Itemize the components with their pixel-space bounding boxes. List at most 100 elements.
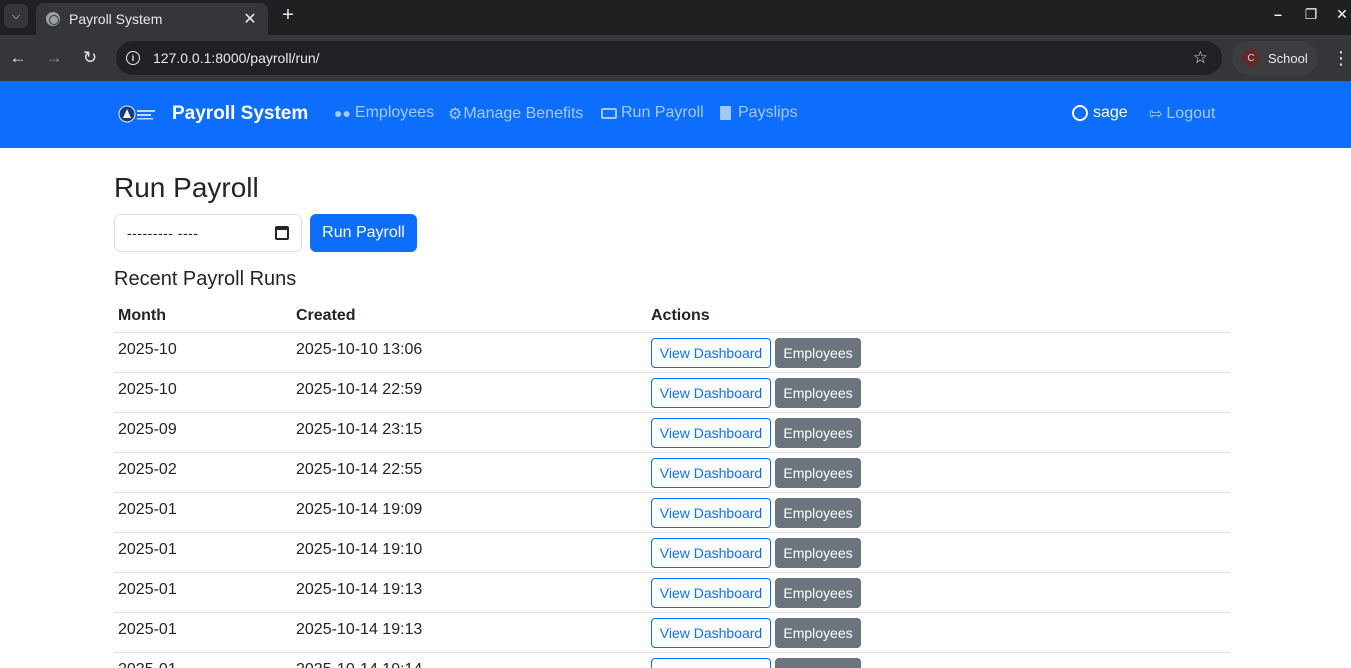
employees-button[interactable]: Employees bbox=[775, 578, 861, 608]
calendar-icon[interactable] bbox=[275, 226, 289, 240]
nav-manage-benefits-label: Manage Benefits bbox=[463, 105, 584, 122]
cell-month: 2025-01 bbox=[118, 501, 177, 518]
table-row: 2025-01 2025-10-14 19:14 View Dashboard Emp… bbox=[114, 653, 1230, 668]
nav-logout-label: Logout bbox=[1166, 105, 1216, 122]
table-row: 2025-09 2025-10-14 23:15 View Dashboard Emp… bbox=[114, 413, 1230, 453]
globe-icon bbox=[46, 12, 60, 26]
cell-created: 2025-10-14 23:15 bbox=[296, 421, 423, 438]
nav-payslips[interactable]: Payslips bbox=[720, 104, 798, 122]
document-icon bbox=[720, 106, 731, 120]
employees-button[interactable]: Employees bbox=[775, 378, 861, 408]
table-row: 2025-01 2025-10-14 19:13 View Dashboard Emp… bbox=[114, 613, 1230, 653]
cell-month: 2025-10 bbox=[118, 341, 177, 358]
cell-created: 2025-10-14 19:14 bbox=[296, 661, 422, 668]
month-input[interactable]: --------- ---- bbox=[114, 214, 302, 252]
chevron-down-icon[interactable]: ⌵ bbox=[4, 4, 28, 28]
run-payroll-button[interactable]: Run Payroll bbox=[310, 214, 417, 252]
profile-name: School bbox=[1268, 50, 1308, 66]
header-month: Month bbox=[118, 307, 166, 324]
plus-icon[interactable]: + bbox=[278, 4, 298, 26]
page-title: Run Payroll bbox=[114, 172, 259, 203]
month-input-value[interactable]: --------- ---- bbox=[127, 225, 275, 241]
table-header: Month Created Actions bbox=[114, 298, 1230, 333]
star-icon[interactable]: ☆ bbox=[1193, 48, 1208, 68]
cell-month: 2025-01 bbox=[118, 621, 177, 638]
arrow-right-icon[interactable]: → bbox=[43, 47, 65, 69]
reload-icon[interactable]: ↻ bbox=[79, 47, 101, 69]
app-navbar: Payroll System ●● Employees ⚙ Manage Ben… bbox=[0, 81, 1351, 148]
employees-button[interactable]: Employees bbox=[775, 458, 861, 488]
nav-run-payroll-label: Run Payroll bbox=[621, 104, 704, 121]
payroll-runs-table: Month Created Actions 2025-10 2025-10-10 … bbox=[114, 298, 1230, 668]
browser-tab-bar: ⌵ Payroll System ✕ + – ❐ ✕ bbox=[0, 0, 1351, 35]
arrow-left-icon[interactable]: ← bbox=[7, 47, 29, 69]
table-row: 2025-02 2025-10-14 22:55 View Dashboard Emp… bbox=[114, 453, 1230, 493]
browser-tab[interactable]: Payroll System ✕ bbox=[36, 3, 268, 35]
address-bar[interactable]: i 127.0.0.1:8000/payroll/run/ ☆ bbox=[116, 41, 1222, 75]
employees-button[interactable]: Employees bbox=[775, 418, 861, 448]
profile-button[interactable]: C School bbox=[1232, 41, 1318, 75]
employees-button[interactable]: Employees bbox=[775, 538, 861, 568]
cash-icon bbox=[601, 107, 617, 119]
table-row: 2025-10 2025-10-10 13:06 View Dashboard Emp… bbox=[114, 333, 1230, 373]
employees-button[interactable]: Employees bbox=[775, 498, 861, 528]
view-dashboard-button[interactable]: View Dashboard bbox=[651, 338, 771, 368]
nav-run-payroll[interactable]: Run Payroll bbox=[601, 104, 704, 122]
view-dashboard-button[interactable]: View Dashboard bbox=[651, 578, 771, 608]
cell-created: 2025-10-14 19:13 bbox=[296, 621, 423, 638]
users-icon: ●● bbox=[334, 105, 351, 121]
kebab-icon[interactable]: ⋮ bbox=[1332, 47, 1350, 69]
avatar: C bbox=[1242, 49, 1260, 67]
table-body: 2025-10 2025-10-10 13:06 View Dashboard Emp… bbox=[114, 333, 1230, 668]
nav-user-label: sage bbox=[1093, 104, 1128, 121]
cell-month: 2025-01 bbox=[118, 581, 177, 598]
nav-logout[interactable]: ⇰ Logout bbox=[1149, 104, 1215, 124]
view-dashboard-button[interactable]: View Dashboard bbox=[651, 418, 771, 448]
employees-button[interactable]: Employees bbox=[775, 658, 861, 668]
employees-button[interactable]: Employees bbox=[775, 618, 861, 648]
close-icon[interactable]: ✕ bbox=[242, 9, 258, 29]
recent-runs-title: Recent Payroll Runs bbox=[114, 268, 297, 290]
view-dashboard-button[interactable]: View Dashboard bbox=[651, 458, 771, 488]
gear-icon: ⚙ bbox=[448, 106, 463, 123]
browser-toolbar: ← → ↻ i 127.0.0.1:8000/payroll/run/ ☆ C … bbox=[0, 35, 1351, 81]
nav-user[interactable]: sage bbox=[1072, 104, 1128, 122]
cell-created: 2025-10-14 19:13 bbox=[296, 581, 423, 598]
table-row: 2025-10 2025-10-14 22:59 View Dashboard Emp… bbox=[114, 373, 1230, 413]
cell-month: 2025-09 bbox=[118, 421, 177, 438]
cell-month: 2025-01 bbox=[118, 541, 177, 558]
user-circle-icon bbox=[1072, 105, 1088, 121]
table-row: 2025-01 2025-10-14 19:10 View Dashboard Emp… bbox=[114, 533, 1230, 573]
employees-button[interactable]: Employees bbox=[775, 338, 861, 368]
table-row: 2025-01 2025-10-14 19:13 View Dashboard Emp… bbox=[114, 573, 1230, 613]
restore-icon[interactable]: ❐ bbox=[1303, 6, 1319, 23]
logout-icon: ⇰ bbox=[1149, 106, 1163, 123]
info-icon[interactable]: i bbox=[122, 47, 144, 69]
view-dashboard-button[interactable]: View Dashboard bbox=[651, 658, 771, 668]
cell-created: 2025-10-14 19:09 bbox=[296, 501, 423, 518]
view-dashboard-button[interactable]: View Dashboard bbox=[651, 538, 771, 568]
nav-employees[interactable]: ●● Employees bbox=[334, 104, 434, 122]
logo-icon[interactable] bbox=[117, 104, 159, 124]
brand-title[interactable]: Payroll System bbox=[172, 103, 308, 125]
nav-manage-benefits[interactable]: ⚙ Manage Benefits bbox=[448, 104, 583, 124]
cell-month: 2025-10 bbox=[118, 381, 177, 398]
minimize-icon[interactable]: – bbox=[1270, 6, 1286, 22]
cell-created: 2025-10-14 19:10 bbox=[296, 541, 423, 558]
view-dashboard-button[interactable]: View Dashboard bbox=[651, 618, 771, 648]
table-row: 2025-01 2025-10-14 19:09 View Dashboard Emp… bbox=[114, 493, 1230, 533]
cell-month: 2025-01 bbox=[118, 661, 177, 668]
nav-payslips-label: Payslips bbox=[738, 104, 798, 121]
header-created: Created bbox=[296, 307, 356, 324]
url-text[interactable]: 127.0.0.1:8000/payroll/run/ bbox=[153, 50, 1193, 66]
cell-month: 2025-02 bbox=[118, 461, 177, 478]
view-dashboard-button[interactable]: View Dashboard bbox=[651, 498, 771, 528]
tab-title: Payroll System bbox=[69, 11, 163, 27]
cell-created: 2025-10-10 13:06 bbox=[296, 341, 423, 358]
view-dashboard-button[interactable]: View Dashboard bbox=[651, 378, 771, 408]
nav-employees-label: Employees bbox=[354, 104, 435, 121]
cell-created: 2025-10-14 22:55 bbox=[296, 461, 423, 478]
cell-created: 2025-10-14 22:59 bbox=[296, 381, 423, 398]
window-close-icon[interactable]: ✕ bbox=[1334, 6, 1350, 23]
header-actions: Actions bbox=[651, 307, 710, 324]
